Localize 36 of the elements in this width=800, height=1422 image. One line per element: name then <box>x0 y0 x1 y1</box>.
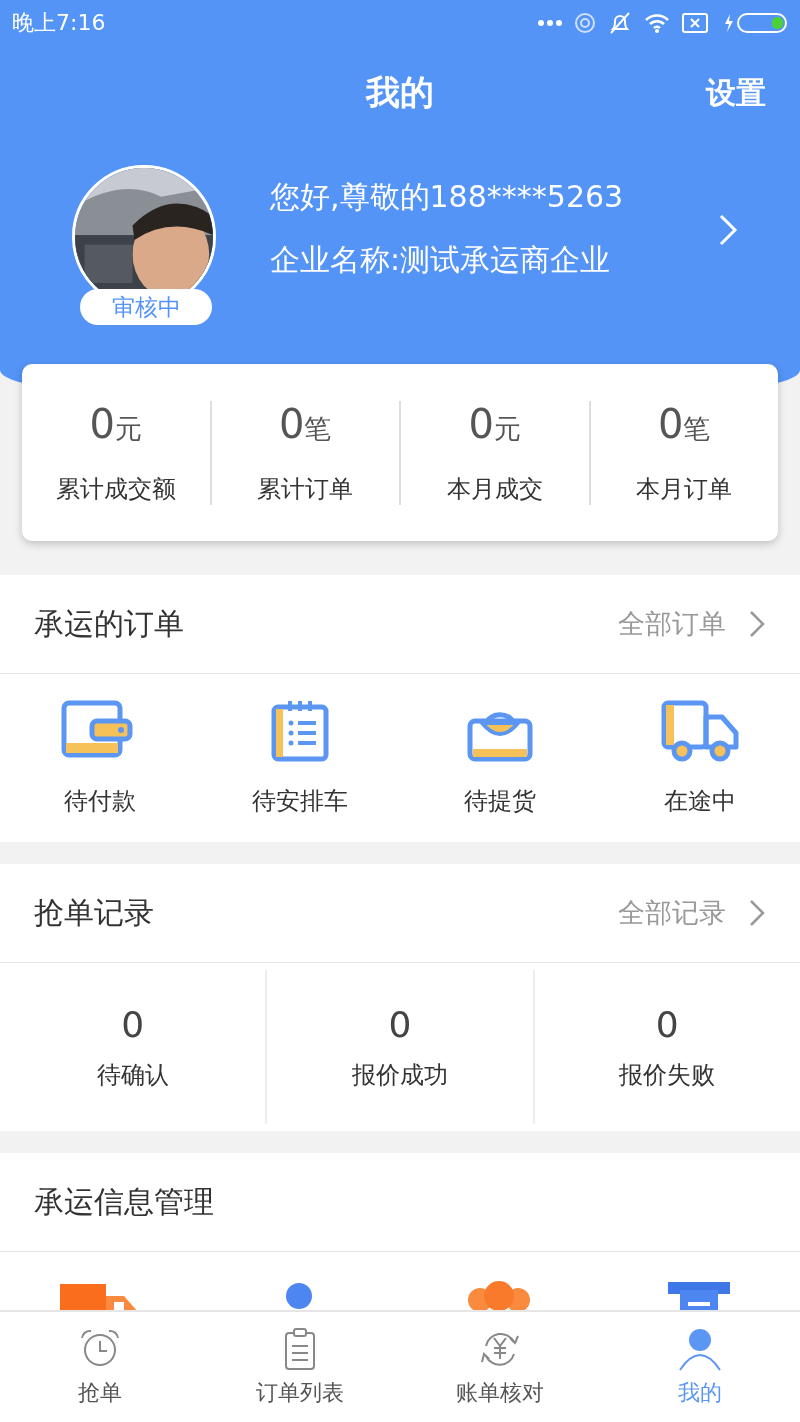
stat-label: 本月成交 <box>446 473 543 505</box>
section-title: 承运信息管理 <box>34 1182 214 1221</box>
tab-item[interactable]: 抢单 <box>0 1312 200 1422</box>
no-sim-icon <box>682 12 708 33</box>
person-icon <box>678 1326 722 1372</box>
order-status-item[interactable]: 待付款 <box>0 699 200 817</box>
company-name: 企业名称:测试承运商企业 <box>270 241 612 279</box>
order-status-item[interactable]: 待提货 <box>400 699 600 817</box>
page-title: 我的 <box>366 70 434 114</box>
hotspot-icon <box>574 11 596 34</box>
bid-record-item[interactable]: 0 报价失败 <box>532 970 800 1124</box>
tab-item[interactable]: 账单核对 <box>400 1312 600 1422</box>
order-status-item[interactable]: 在途中 <box>600 699 800 817</box>
stat-label: 累计成交额 <box>55 473 176 505</box>
tab-item[interactable]: 订单列表 <box>200 1312 400 1422</box>
section-title: 承运的订单 <box>34 604 184 643</box>
stat-label: 累计订单 <box>257 473 354 505</box>
more-icon <box>538 19 562 26</box>
stat-value: 0笔 <box>658 400 711 447</box>
greeting-text: 您好,尊敬的188****5263 <box>270 178 625 216</box>
truck-icon <box>660 699 740 763</box>
chevron-right-icon <box>748 898 766 928</box>
chevron-right-icon[interactable] <box>718 213 738 247</box>
chevron-right-icon <box>748 609 766 639</box>
stat-value: 0元 <box>89 400 142 447</box>
bid-record-item[interactable]: 0 报价成功 <box>265 970 533 1124</box>
stat-value: 0笔 <box>279 400 332 447</box>
status-badge: 审核中 <box>80 289 212 325</box>
stat-value: 0元 <box>468 400 521 447</box>
status-time: 晚上7:16 <box>12 8 106 37</box>
wifi-icon <box>644 12 670 33</box>
muted-bell-icon <box>608 10 632 35</box>
section-title: 抢单记录 <box>34 893 154 932</box>
order-status-item[interactable]: 待安排车 <box>200 699 400 817</box>
stat-label: 本月订单 <box>636 473 733 505</box>
bid-record-item[interactable]: 0 待确认 <box>0 970 266 1124</box>
